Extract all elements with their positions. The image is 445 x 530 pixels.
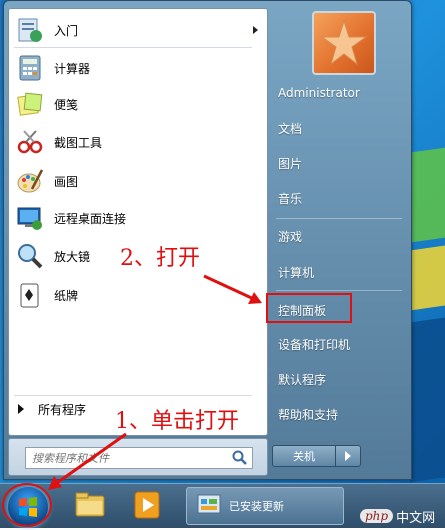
program-label: 便笺 xyxy=(54,97,79,112)
program-label: 计算器 xyxy=(54,61,91,76)
games-label: 游戏 xyxy=(278,229,303,244)
help-support-label: 帮助和支持 xyxy=(278,407,339,422)
program-item-calculator[interactable]: 计算器 xyxy=(14,51,262,85)
shutdown-label: 关机 xyxy=(293,450,315,463)
getting-started-icon xyxy=(16,16,44,44)
program-item-snipping-tool[interactable]: 截图工具 xyxy=(14,125,262,159)
calculator-icon xyxy=(16,54,44,82)
media-player-icon xyxy=(134,491,160,519)
remote-desktop-icon xyxy=(16,204,44,232)
pictures-label: 图片 xyxy=(278,156,303,171)
step-1-annotation: 1、单击打开 xyxy=(115,409,239,434)
control-panel-highlight-box xyxy=(266,293,352,323)
all-programs-label: 所有程序 xyxy=(38,402,87,417)
watermark-site: 中文网 xyxy=(396,510,436,526)
wallpaper-green-shape xyxy=(408,147,445,243)
shutdown-button[interactable]: 关机 xyxy=(272,445,336,467)
magnifier-icon xyxy=(16,242,44,270)
documents-label: 文档 xyxy=(278,121,303,136)
wallpaper-dark-shape xyxy=(410,317,445,483)
divider xyxy=(14,395,252,396)
program-item-remote-desktop[interactable]: 远程桌面连接 xyxy=(14,201,262,235)
starfish-icon xyxy=(320,19,368,66)
program-label: 纸牌 xyxy=(54,288,79,303)
taskbar-media-player-button[interactable] xyxy=(128,487,168,523)
submenu-arrow-icon xyxy=(253,26,258,34)
shutdown-options-arrow-icon[interactable] xyxy=(335,445,361,467)
wallpaper-yellow-shape xyxy=(410,245,445,311)
taskbar-window-label: 已安装更新 xyxy=(229,500,284,513)
menu-item-help-support[interactable]: 帮助和支持 xyxy=(272,399,406,429)
program-label: 截图工具 xyxy=(54,135,103,150)
snipping-tool-icon xyxy=(16,128,44,156)
sticky-notes-icon xyxy=(16,90,44,118)
menu-item-music[interactable]: 音乐 xyxy=(272,183,406,213)
menu-item-default-programs[interactable]: 默认程序 xyxy=(272,364,406,394)
user-name: Administrator xyxy=(278,86,360,100)
program-label: 远程桌面连接 xyxy=(54,211,127,226)
watermark: php 中文网 xyxy=(360,505,445,527)
divider xyxy=(14,47,252,48)
menu-item-games[interactable]: 游戏 xyxy=(272,221,406,251)
solitaire-icon xyxy=(16,281,44,309)
expand-arrow-icon xyxy=(18,404,24,414)
program-item-paint[interactable]: 画图 xyxy=(14,164,262,198)
menu-item-user[interactable]: Administrator xyxy=(272,78,406,108)
program-label: 入门 xyxy=(54,23,79,38)
program-label: 画图 xyxy=(54,174,79,189)
step-2-annotation: 2、打开 xyxy=(120,246,200,271)
divider xyxy=(276,290,402,291)
divider xyxy=(276,218,402,219)
watermark-logo: php xyxy=(360,509,394,523)
menu-item-computer[interactable]: 计算机 xyxy=(272,257,406,287)
menu-item-devices-printers[interactable]: 设备和打印机 xyxy=(272,329,406,359)
program-item-getting-started[interactable]: 入门 xyxy=(14,13,262,47)
menu-item-documents[interactable]: 文档 xyxy=(272,113,406,143)
default-programs-label: 默认程序 xyxy=(278,372,327,387)
paint-icon xyxy=(16,167,44,195)
menu-item-pictures[interactable]: 图片 xyxy=(272,148,406,178)
program-label: 放大镜 xyxy=(54,249,91,264)
taskbar-window-installed-updates[interactable]: 已安装更新 xyxy=(186,487,344,525)
devices-printers-label: 设备和打印机 xyxy=(278,337,351,352)
music-label: 音乐 xyxy=(278,191,303,206)
program-item-sticky-notes[interactable]: 便笺 xyxy=(14,87,262,121)
computer-label: 计算机 xyxy=(278,265,315,280)
step-1-arrow xyxy=(48,432,127,490)
user-avatar[interactable] xyxy=(312,11,376,75)
step-2-arrow xyxy=(203,274,262,304)
search-icon[interactable] xyxy=(232,450,248,469)
control-panel-window-icon xyxy=(197,494,221,514)
